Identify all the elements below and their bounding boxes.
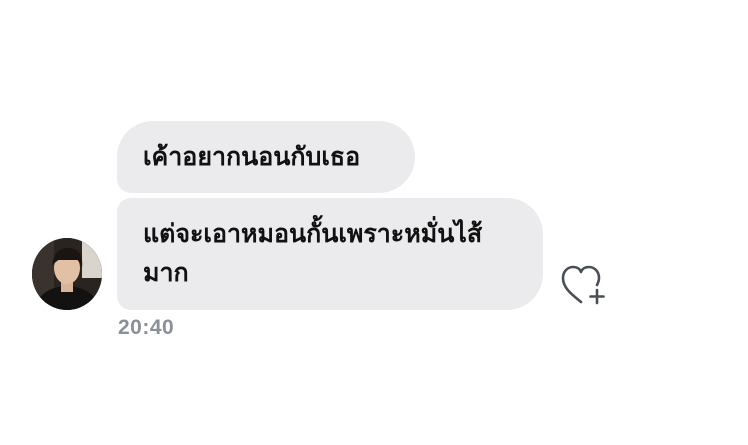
chat-thread: เค้าอยากนอนกับเธอ แต่จะเอาหมอนกั้นเพราะห…	[0, 0, 748, 445]
sender-avatar[interactable]	[32, 238, 102, 310]
message-text: แต่จะเอาหมอนกั้นเพราะหมั่นไส้มาก	[143, 219, 483, 287]
avatar-photo-icon	[32, 238, 102, 310]
message-bubble[interactable]: แต่จะเอาหมอนกั้นเพราะหมั่นไส้มาก	[117, 198, 543, 310]
message-timestamp: 20:40	[118, 316, 175, 339]
message-text: เค้าอยากนอนกับเธอ	[143, 142, 361, 171]
heart-plus-icon[interactable]	[560, 264, 608, 306]
message-bubble[interactable]: เค้าอยากนอนกับเธอ	[117, 121, 415, 193]
